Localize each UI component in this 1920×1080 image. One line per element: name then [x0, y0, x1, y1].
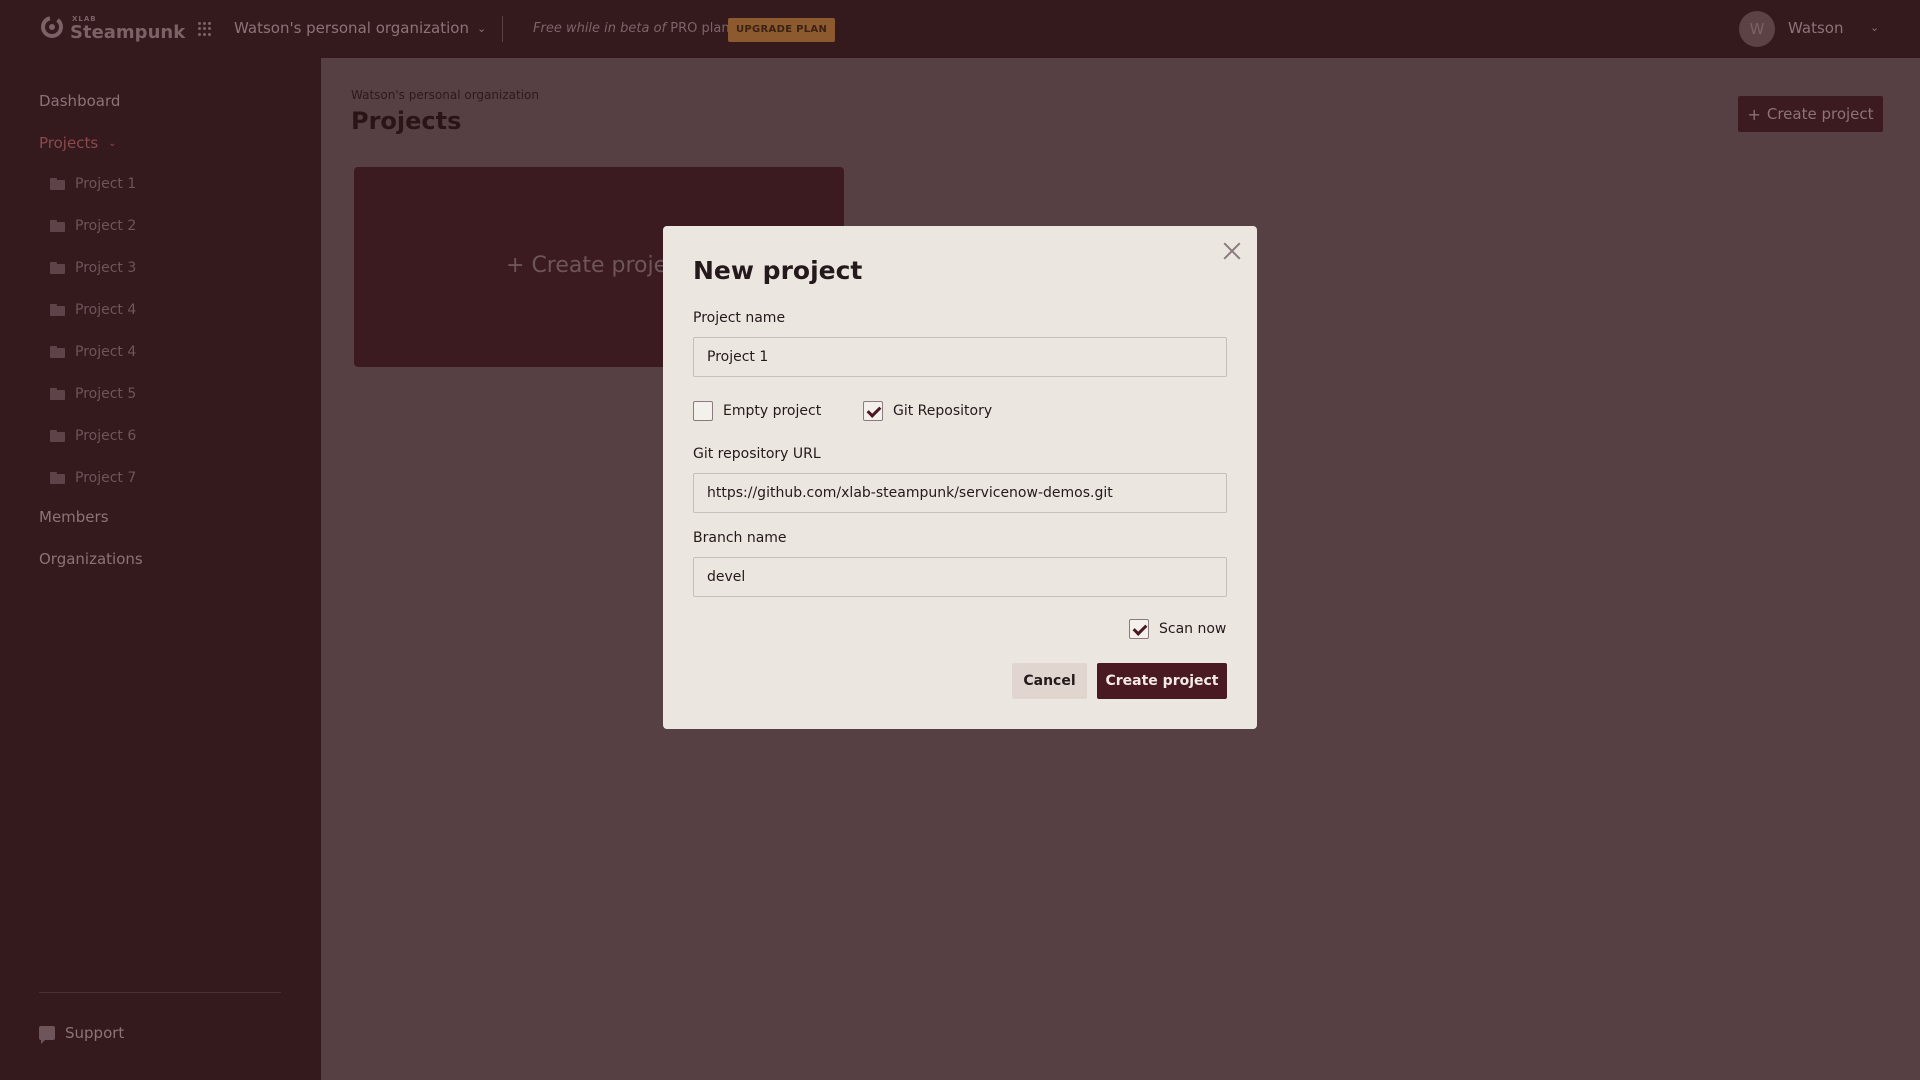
project-name-label: Project name	[693, 310, 786, 326]
folder-icon	[50, 430, 65, 442]
sidebar-item-label: Project 4	[75, 302, 137, 318]
folder-icon	[50, 388, 65, 400]
plan-note-plan: PRO plan	[670, 21, 730, 36]
sidebar-item-label: Project 7	[75, 470, 137, 486]
sidebar-project-item[interactable]: Project 7	[50, 470, 136, 486]
close-icon[interactable]	[1221, 240, 1243, 262]
folder-icon	[50, 178, 65, 190]
sidebar-item-projects[interactable]: Projects ⌄	[39, 134, 117, 152]
sidebar-project-item[interactable]: Project 1	[50, 176, 136, 192]
create-project-label: Create project	[1766, 105, 1874, 123]
upgrade-plan-button[interactable]: UPGRADE PLAN	[728, 18, 836, 42]
chat-icon	[39, 1026, 55, 1044]
support-label: Support	[65, 1024, 125, 1042]
scan-now-label: Scan now	[1159, 621, 1227, 637]
top-bar: XLAB Steampunk Watson's personal organiz…	[0, 0, 1920, 58]
plan-note: Free while in beta of PRO plan	[533, 21, 730, 36]
git-url-label: Git repository URL	[693, 446, 821, 462]
sidebar-item-members[interactable]: Members	[39, 508, 109, 526]
chevron-down-icon[interactable]: ⌄	[1870, 21, 1879, 34]
header-divider	[502, 16, 503, 42]
git-repository-label: Git Repository	[893, 403, 993, 419]
steampunk-gear-icon	[41, 16, 63, 38]
scan-now-checkbox[interactable]	[1129, 619, 1149, 639]
project-name-input[interactable]	[693, 337, 1227, 377]
folder-icon	[50, 220, 65, 232]
empty-project-label: Empty project	[723, 403, 822, 419]
sidebar-item-label: Project 6	[75, 428, 137, 444]
sidebar-item-organizations[interactable]: Organizations	[39, 550, 143, 568]
org-switcher[interactable]: Watson's personal organization ⌄	[234, 19, 486, 37]
sidebar-project-item[interactable]: Project 5	[50, 386, 136, 402]
user-name[interactable]: Watson	[1788, 19, 1843, 37]
org-switcher-label: Watson's personal organization	[234, 19, 469, 37]
breadcrumb[interactable]: Watson's personal organization	[351, 88, 539, 102]
page-title: Projects	[351, 107, 462, 135]
logo-text: Steampunk	[70, 22, 186, 43]
support-link[interactable]: Support	[39, 1024, 125, 1044]
sidebar-divider	[39, 992, 281, 993]
git-repository-checkbox[interactable]	[863, 401, 883, 421]
create-card-label: + Create project	[506, 253, 688, 278]
plus-icon: +	[1747, 104, 1761, 124]
avatar[interactable]: W	[1739, 11, 1775, 47]
sidebar-item-label: Project 5	[75, 386, 137, 402]
folder-icon	[50, 346, 65, 358]
apps-grid-icon[interactable]	[198, 22, 212, 36]
steampunk-logo[interactable]: XLAB Steampunk	[38, 13, 185, 43]
plus-icon: +	[506, 253, 532, 278]
git-repository-option[interactable]: Git Repository	[863, 401, 992, 421]
sidebar-item-label: Project 4	[75, 344, 137, 360]
branch-name-input[interactable]	[693, 557, 1227, 597]
sidebar-item-label: Project 3	[75, 260, 137, 276]
empty-project-checkbox[interactable]	[693, 401, 713, 421]
folder-icon	[50, 472, 65, 484]
create-project-button[interactable]: + Create project	[1738, 96, 1883, 132]
chevron-down-icon: ⌄	[108, 137, 117, 149]
logo-wordmark: XLAB Steampunk	[70, 13, 185, 43]
sidebar-project-item[interactable]: Project 3	[50, 260, 136, 276]
sidebar-project-item[interactable]: Project 4	[50, 302, 136, 318]
sidebar-project-item[interactable]: Project 4	[50, 344, 136, 360]
git-url-input[interactable]	[693, 473, 1227, 513]
branch-name-label: Branch name	[693, 530, 787, 546]
new-project-modal: New project Project name Empty project G…	[663, 226, 1257, 729]
scan-now-option[interactable]: Scan now	[1129, 619, 1226, 639]
sidebar-item-dashboard[interactable]: Dashboard	[39, 92, 120, 110]
sidebar-project-item[interactable]: Project 6	[50, 428, 136, 444]
plan-note-italic: Free while in beta of	[533, 21, 671, 36]
folder-icon	[50, 304, 65, 316]
sidebar-project-item[interactable]: Project 2	[50, 218, 136, 234]
sidebar-item-label: Project 1	[75, 176, 137, 192]
cancel-button[interactable]: Cancel	[1012, 663, 1087, 699]
sidebar: Dashboard Projects ⌄ Project 1 Project 2…	[0, 58, 321, 1080]
sidebar-item-label: Project 2	[75, 218, 137, 234]
empty-project-option[interactable]: Empty project	[693, 401, 821, 421]
modal-title: New project	[693, 256, 863, 285]
folder-icon	[50, 262, 65, 274]
chevron-down-icon: ⌄	[476, 21, 487, 35]
create-project-submit-button[interactable]: Create project	[1097, 663, 1227, 699]
sidebar-item-label: Projects	[39, 134, 99, 152]
